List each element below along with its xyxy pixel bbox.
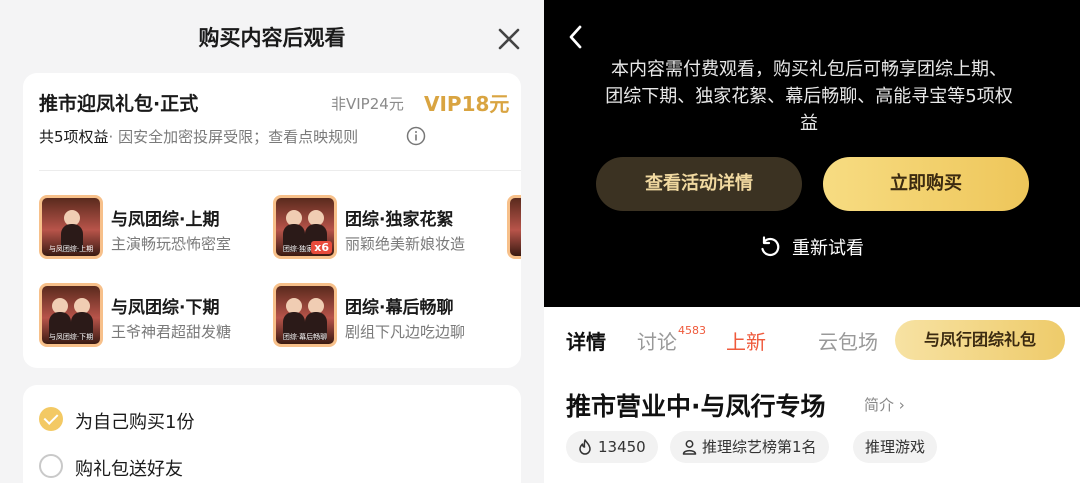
benefit-thumbnail-partial[interactable] bbox=[507, 195, 521, 259]
discussion-count-badge: 4583 bbox=[678, 324, 706, 337]
radio-checked[interactable] bbox=[39, 407, 63, 431]
gift-pack-button[interactable]: 与凤行团综礼包 bbox=[895, 320, 1065, 360]
radio-unchecked[interactable] bbox=[39, 454, 63, 478]
benefit-title: 与凤团综·下期 bbox=[111, 298, 220, 318]
tab-discussion[interactable]: 讨论 bbox=[637, 326, 677, 355]
tab-new[interactable]: 上新 bbox=[726, 326, 766, 355]
genre-tag[interactable]: 推理游戏 bbox=[853, 431, 938, 463]
person-icon bbox=[682, 440, 697, 455]
panel-title: 购买内容后观看 bbox=[198, 26, 346, 50]
benefit-title: 团综·独家花絮 bbox=[345, 210, 454, 230]
thumbnail-caption: 与凤团综·上期 bbox=[48, 245, 94, 253]
benefit-title: 与凤团综·上期 bbox=[111, 210, 220, 230]
replay-icon bbox=[761, 236, 780, 257]
count-badge: x6 bbox=[311, 241, 332, 254]
buy-now-button[interactable]: 立即购买 bbox=[823, 157, 1029, 211]
rank-label: 推理综艺榜第1名 bbox=[702, 438, 817, 456]
benefit-subtitle: 丽颖绝美新娘妆造 bbox=[345, 235, 466, 253]
benefit-subtitle: 王爷神君超甜发糖 bbox=[111, 323, 232, 341]
tab-details[interactable]: 详情 bbox=[566, 326, 606, 355]
tab-cloud-booking[interactable]: 云包场 bbox=[818, 326, 882, 355]
retry-label: 重新试看 bbox=[792, 238, 864, 259]
thumbnail-caption: 与凤团综·下期 bbox=[48, 333, 94, 341]
rights-count: 共5项权益 bbox=[39, 128, 109, 146]
player-page: 本内容需付费观看，购买礼包后可畅享团综上期、团综下期、独家花絮、幕后畅聊、高能寻… bbox=[544, 0, 1080, 483]
view-details-button[interactable]: 查看活动详情 bbox=[596, 157, 802, 211]
purchase-options-card: 为自己购买1份 购礼包送好友 bbox=[23, 385, 521, 483]
benefit-thumbnail: 与凤团综·下期 bbox=[39, 283, 103, 347]
paywall-message: 本内容需付费观看，购买礼包后可畅享团综上期、团综下期、独家花絮、幕后畅聊、高能寻… bbox=[605, 59, 1013, 134]
back-arrow-icon[interactable] bbox=[566, 24, 586, 50]
intro-link[interactable]: 简介 › bbox=[864, 394, 905, 415]
benefit-thumbnail: 团综·独家花絮 x6 bbox=[273, 195, 337, 259]
benefit-item[interactable]: 与凤团综·下期 与凤团综·下期 王爷神君超甜发糖 bbox=[39, 283, 269, 349]
info-icon[interactable] bbox=[406, 126, 426, 146]
benefit-thumbnail: 团综·幕后畅聊 bbox=[273, 283, 337, 347]
benefit-subtitle: 剧组下凡边吃边聊 bbox=[345, 323, 466, 341]
show-title: 推市营业中·与凤行专场 bbox=[566, 392, 826, 421]
benefit-item[interactable]: 团综·独家花絮 x6 团综·独家花絮 丽颖绝美新娘妆造 bbox=[273, 195, 503, 261]
rights-note[interactable]: · 因安全加密投屏受限；查看点映规则 bbox=[109, 128, 359, 146]
flame-icon bbox=[579, 439, 591, 455]
heat-value: 13450 bbox=[598, 438, 646, 456]
purchase-panel: 购买内容后观看 推市迎凤礼包·正式 非VIP24元 VIP18元 共5项权益· … bbox=[0, 0, 544, 483]
package-name: 推市迎凤礼包·正式 bbox=[39, 93, 199, 115]
rights-summary: 共5项权益· 因安全加密投屏受限；查看点映规则 bbox=[39, 126, 358, 147]
benefit-subtitle: 主演畅玩恐怖密室 bbox=[111, 235, 232, 253]
thumbnail-caption: 团综·幕后畅聊 bbox=[282, 333, 328, 341]
option-label: 为自己购买1份 bbox=[75, 412, 195, 433]
non-vip-price: 非VIP24元 bbox=[331, 95, 404, 113]
rank-tag[interactable]: 推理综艺榜第1名 bbox=[670, 431, 829, 463]
video-player[interactable]: 本内容需付费观看，购买礼包后可畅享团综上期、团综下期、独家花絮、幕后畅聊、高能寻… bbox=[544, 0, 1080, 307]
benefit-title: 团综·幕后畅聊 bbox=[345, 298, 454, 318]
package-card: 推市迎凤礼包·正式 非VIP24元 VIP18元 共5项权益· 因安全加密投屏受… bbox=[23, 73, 521, 368]
option-label: 购礼包送好友 bbox=[75, 459, 183, 480]
benefit-thumbnail: 与凤团综·上期 bbox=[39, 195, 103, 259]
vip-price: VIP18元 bbox=[424, 92, 510, 116]
heat-tag[interactable]: 13450 bbox=[566, 431, 658, 463]
divider bbox=[39, 170, 521, 171]
benefit-item[interactable]: 与凤团综·上期 与凤团综·上期 主演畅玩恐怖密室 bbox=[39, 195, 269, 261]
close-icon[interactable] bbox=[496, 26, 522, 52]
benefit-item[interactable]: 团综·幕后畅聊 团综·幕后畅聊 剧组下凡边吃边聊 bbox=[273, 283, 503, 349]
